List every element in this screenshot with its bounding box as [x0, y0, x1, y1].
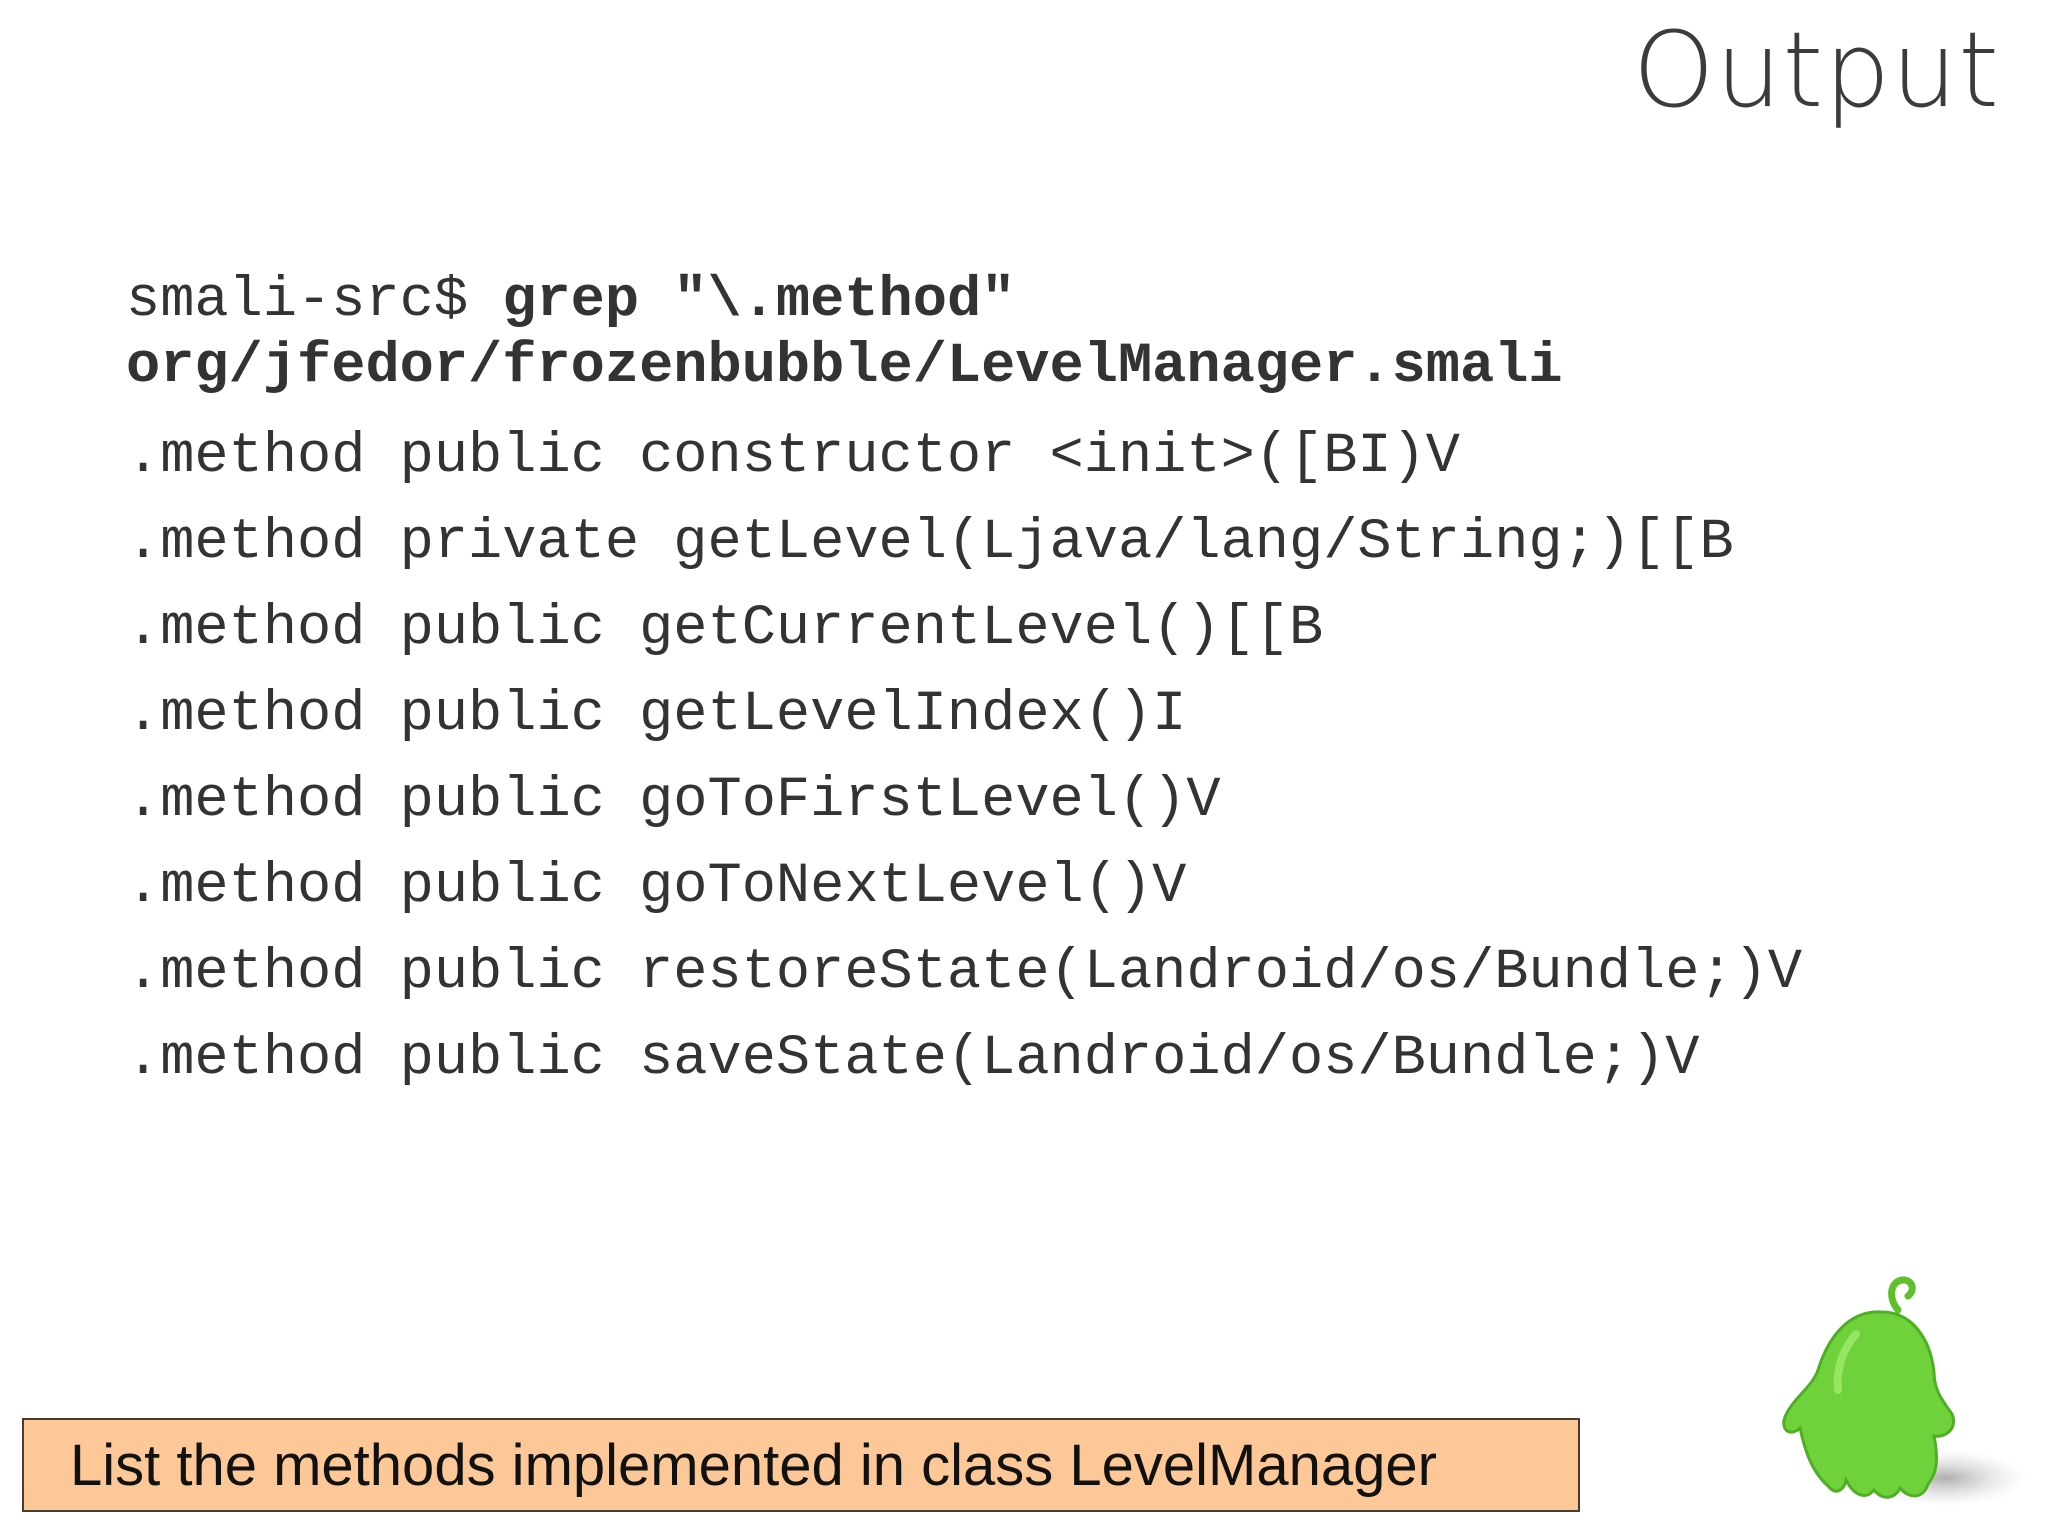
mascot-body: [1782, 1310, 1955, 1499]
caption-box: List the methods implemented in class Le…: [22, 1418, 1580, 1512]
shell-prompt: smali-src$: [126, 269, 503, 333]
mascot-antenna: [1888, 1276, 1916, 1314]
output-line: .method public goToNextLevel()V: [126, 855, 1187, 919]
output-line: .method private getLevel(Ljava/lang/Stri…: [126, 511, 1734, 575]
output-line: .method public getLevelIndex()I: [126, 683, 1187, 747]
code-block: smali-src$ grep "\.method" org/jfedor/fr…: [126, 268, 1802, 1102]
green-blob-mascot-icon: [1782, 1276, 2027, 1506]
output-line: .method public restoreState(Landroid/os/…: [126, 941, 1803, 1005]
output-line: .method public goToFirstLevel()V: [126, 769, 1221, 833]
slide-title: Output: [1632, 9, 2000, 131]
command-path: org/jfedor/frozenbubble/LevelManager.sma…: [126, 335, 1563, 399]
grep-command: grep "\.method": [502, 269, 1016, 333]
output-line: .method public saveState(Landroid/os/Bun…: [126, 1027, 1700, 1091]
caption-text: List the methods implemented in class Le…: [70, 1432, 1437, 1498]
output-line: .method public constructor <init>([BI)V: [126, 425, 1461, 489]
command-line: smali-src$ grep "\.method": [126, 268, 1802, 334]
output-line: .method public getCurrentLevel()[[B: [126, 597, 1324, 661]
